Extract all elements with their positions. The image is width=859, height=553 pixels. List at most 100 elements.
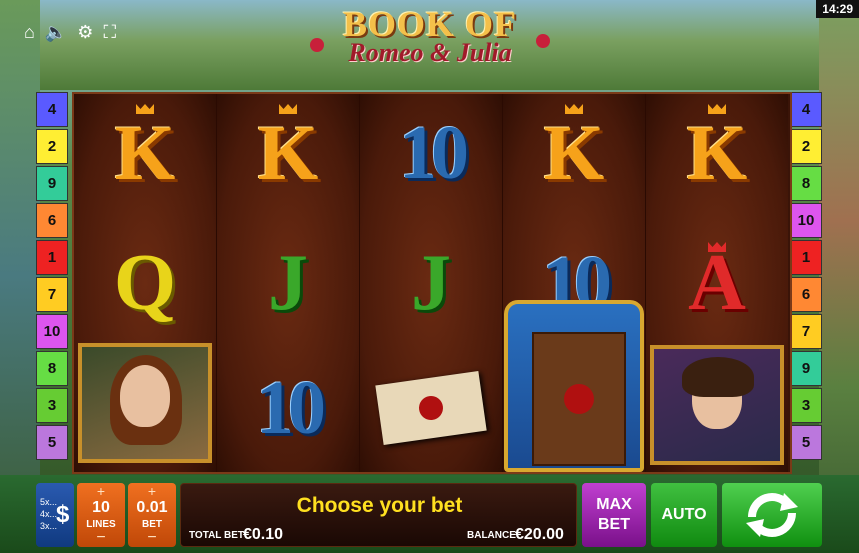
symbol-label: 10 — [256, 365, 326, 450]
status-clock: 14:29 — [816, 0, 859, 18]
wax-seal-icon — [564, 384, 594, 414]
symbol-a: A — [646, 224, 788, 342]
symbol-label: 10 — [399, 110, 469, 195]
crown-icon — [136, 104, 154, 114]
payline-indicator[interactable]: 6 — [790, 277, 822, 312]
symbol-label: K — [686, 109, 748, 196]
payline-indicator[interactable]: 7 — [36, 277, 68, 312]
payline-indicator[interactable]: 4 — [36, 92, 68, 127]
romeo-portrait — [650, 345, 784, 465]
coin-option: 5x... — [40, 497, 58, 507]
payline-indicator[interactable]: 3 — [790, 388, 822, 423]
reel-5: K A — [646, 94, 788, 472]
crown-icon — [279, 104, 297, 114]
max-bet-button[interactable]: MAX BET — [582, 483, 646, 547]
total-bet-label: TOTAL BET — [189, 530, 244, 541]
rose-icon — [310, 38, 324, 52]
symbol-k: K — [503, 94, 645, 212]
payline-indicator[interactable]: 8 — [790, 166, 822, 201]
symbol-label: K — [543, 109, 605, 196]
payline-indicator[interactable]: 10 — [36, 314, 68, 349]
symbol-label: J — [268, 238, 308, 327]
total-bet-value: €0.10 — [243, 526, 284, 543]
wax-seal-icon — [417, 394, 445, 422]
symbol-label: K — [114, 109, 176, 196]
bet-stepper: + 0.01 BET − — [128, 483, 176, 547]
balance-value: €20.00 — [515, 526, 564, 543]
balance-label: BALANCE — [467, 530, 516, 541]
message-panel: Choose your bet TOTAL BET €0.10 BALANCE … — [180, 483, 577, 547]
toolbar: ⌂ 🔈 ⚙ ⛶ — [24, 22, 116, 42]
paylines-left: 4 2 9 6 1 7 10 8 3 5 — [36, 92, 70, 462]
book-icon — [532, 332, 626, 466]
bet-value: 0.01 — [136, 499, 168, 516]
payline-indicator[interactable]: 2 — [36, 129, 68, 164]
reel-4: K 10 — [503, 94, 646, 472]
payline-indicator[interactable]: 7 — [790, 314, 822, 349]
scenery-left — [0, 0, 40, 553]
symbol-label: J — [411, 238, 451, 327]
bet-minus-button[interactable]: − — [128, 529, 176, 547]
lines-plus-button[interactable]: + — [77, 483, 125, 499]
status-message: Choose your bet — [296, 494, 463, 517]
max-bet-label: MAX — [596, 496, 632, 513]
payline-indicator[interactable]: 2 — [790, 129, 822, 164]
coin-value-selector[interactable]: 5x... 4x... 3x... $ — [36, 483, 74, 547]
symbol-k: K — [217, 94, 359, 212]
scenery-right — [819, 0, 859, 553]
spin-button[interactable] — [722, 483, 822, 547]
gear-icon[interactable]: ⚙ — [77, 22, 93, 42]
game-logo: BOOK OF Romeo & Julia — [300, 4, 560, 84]
payline-indicator[interactable]: 5 — [790, 425, 822, 460]
letter-icon — [375, 371, 487, 445]
payline-indicator[interactable]: 8 — [36, 351, 68, 386]
bet-plus-button[interactable]: + — [128, 483, 176, 499]
logo-subtitle: Romeo & Julia — [348, 38, 512, 67]
julia-portrait — [78, 343, 212, 463]
lines-value: 10 — [92, 499, 110, 516]
reel-1: K Q — [74, 94, 217, 472]
max-bet-label: BET — [598, 516, 630, 533]
payline-indicator[interactable]: 3 — [36, 388, 68, 423]
autoplay-button[interactable]: AUTO — [651, 483, 717, 547]
crown-icon — [565, 104, 583, 114]
symbol-k: K — [74, 94, 216, 212]
coin-option: 4x... — [40, 509, 58, 519]
paylines-right: 4 2 8 10 1 6 7 9 3 5 — [790, 92, 824, 462]
home-icon[interactable]: ⌂ — [24, 22, 35, 42]
symbol-j: J — [217, 224, 359, 342]
payline-indicator[interactable]: 9 — [36, 166, 68, 201]
rose-icon — [536, 34, 550, 48]
lines-minus-button[interactable]: − — [77, 529, 125, 547]
symbol-k: K — [646, 94, 788, 212]
symbol-10: 10 — [217, 349, 359, 467]
speaker-icon[interactable]: 🔈 — [45, 22, 67, 42]
coin-option: 3x... — [40, 521, 58, 531]
reel-2: K J 10 — [217, 94, 360, 472]
payline-indicator[interactable]: 9 — [790, 351, 822, 386]
dollar-icon: $ — [56, 501, 70, 528]
payline-indicator[interactable]: 6 — [36, 203, 68, 238]
reel-3: 10 J — [360, 94, 503, 472]
symbol-julia — [74, 343, 216, 463]
crown-icon — [708, 104, 726, 114]
symbol-romeo — [646, 345, 788, 465]
payline-indicator[interactable]: 4 — [790, 92, 822, 127]
hair-shape — [682, 357, 754, 397]
payline-indicator[interactable]: 1 — [790, 240, 822, 275]
symbol-10: 10 — [360, 94, 502, 212]
symbol-book — [504, 300, 644, 472]
payline-indicator[interactable]: 5 — [36, 425, 68, 460]
symbol-letter — [360, 349, 502, 467]
symbol-label: K — [257, 109, 319, 196]
payline-indicator[interactable]: 10 — [790, 203, 822, 238]
symbol-j: J — [360, 224, 502, 342]
payline-indicator[interactable]: 1 — [36, 240, 68, 275]
face-shape — [120, 365, 170, 427]
lines-stepper: + 10 LINES − — [77, 483, 125, 547]
symbol-q: Q — [74, 224, 216, 342]
reel-area: K Q K J 10 10 J K 10 K A — [72, 92, 792, 474]
symbol-label: Q — [113, 238, 177, 327]
spin-arrows-icon — [746, 493, 798, 537]
fullscreen-icon[interactable]: ⛶ — [103, 22, 116, 42]
